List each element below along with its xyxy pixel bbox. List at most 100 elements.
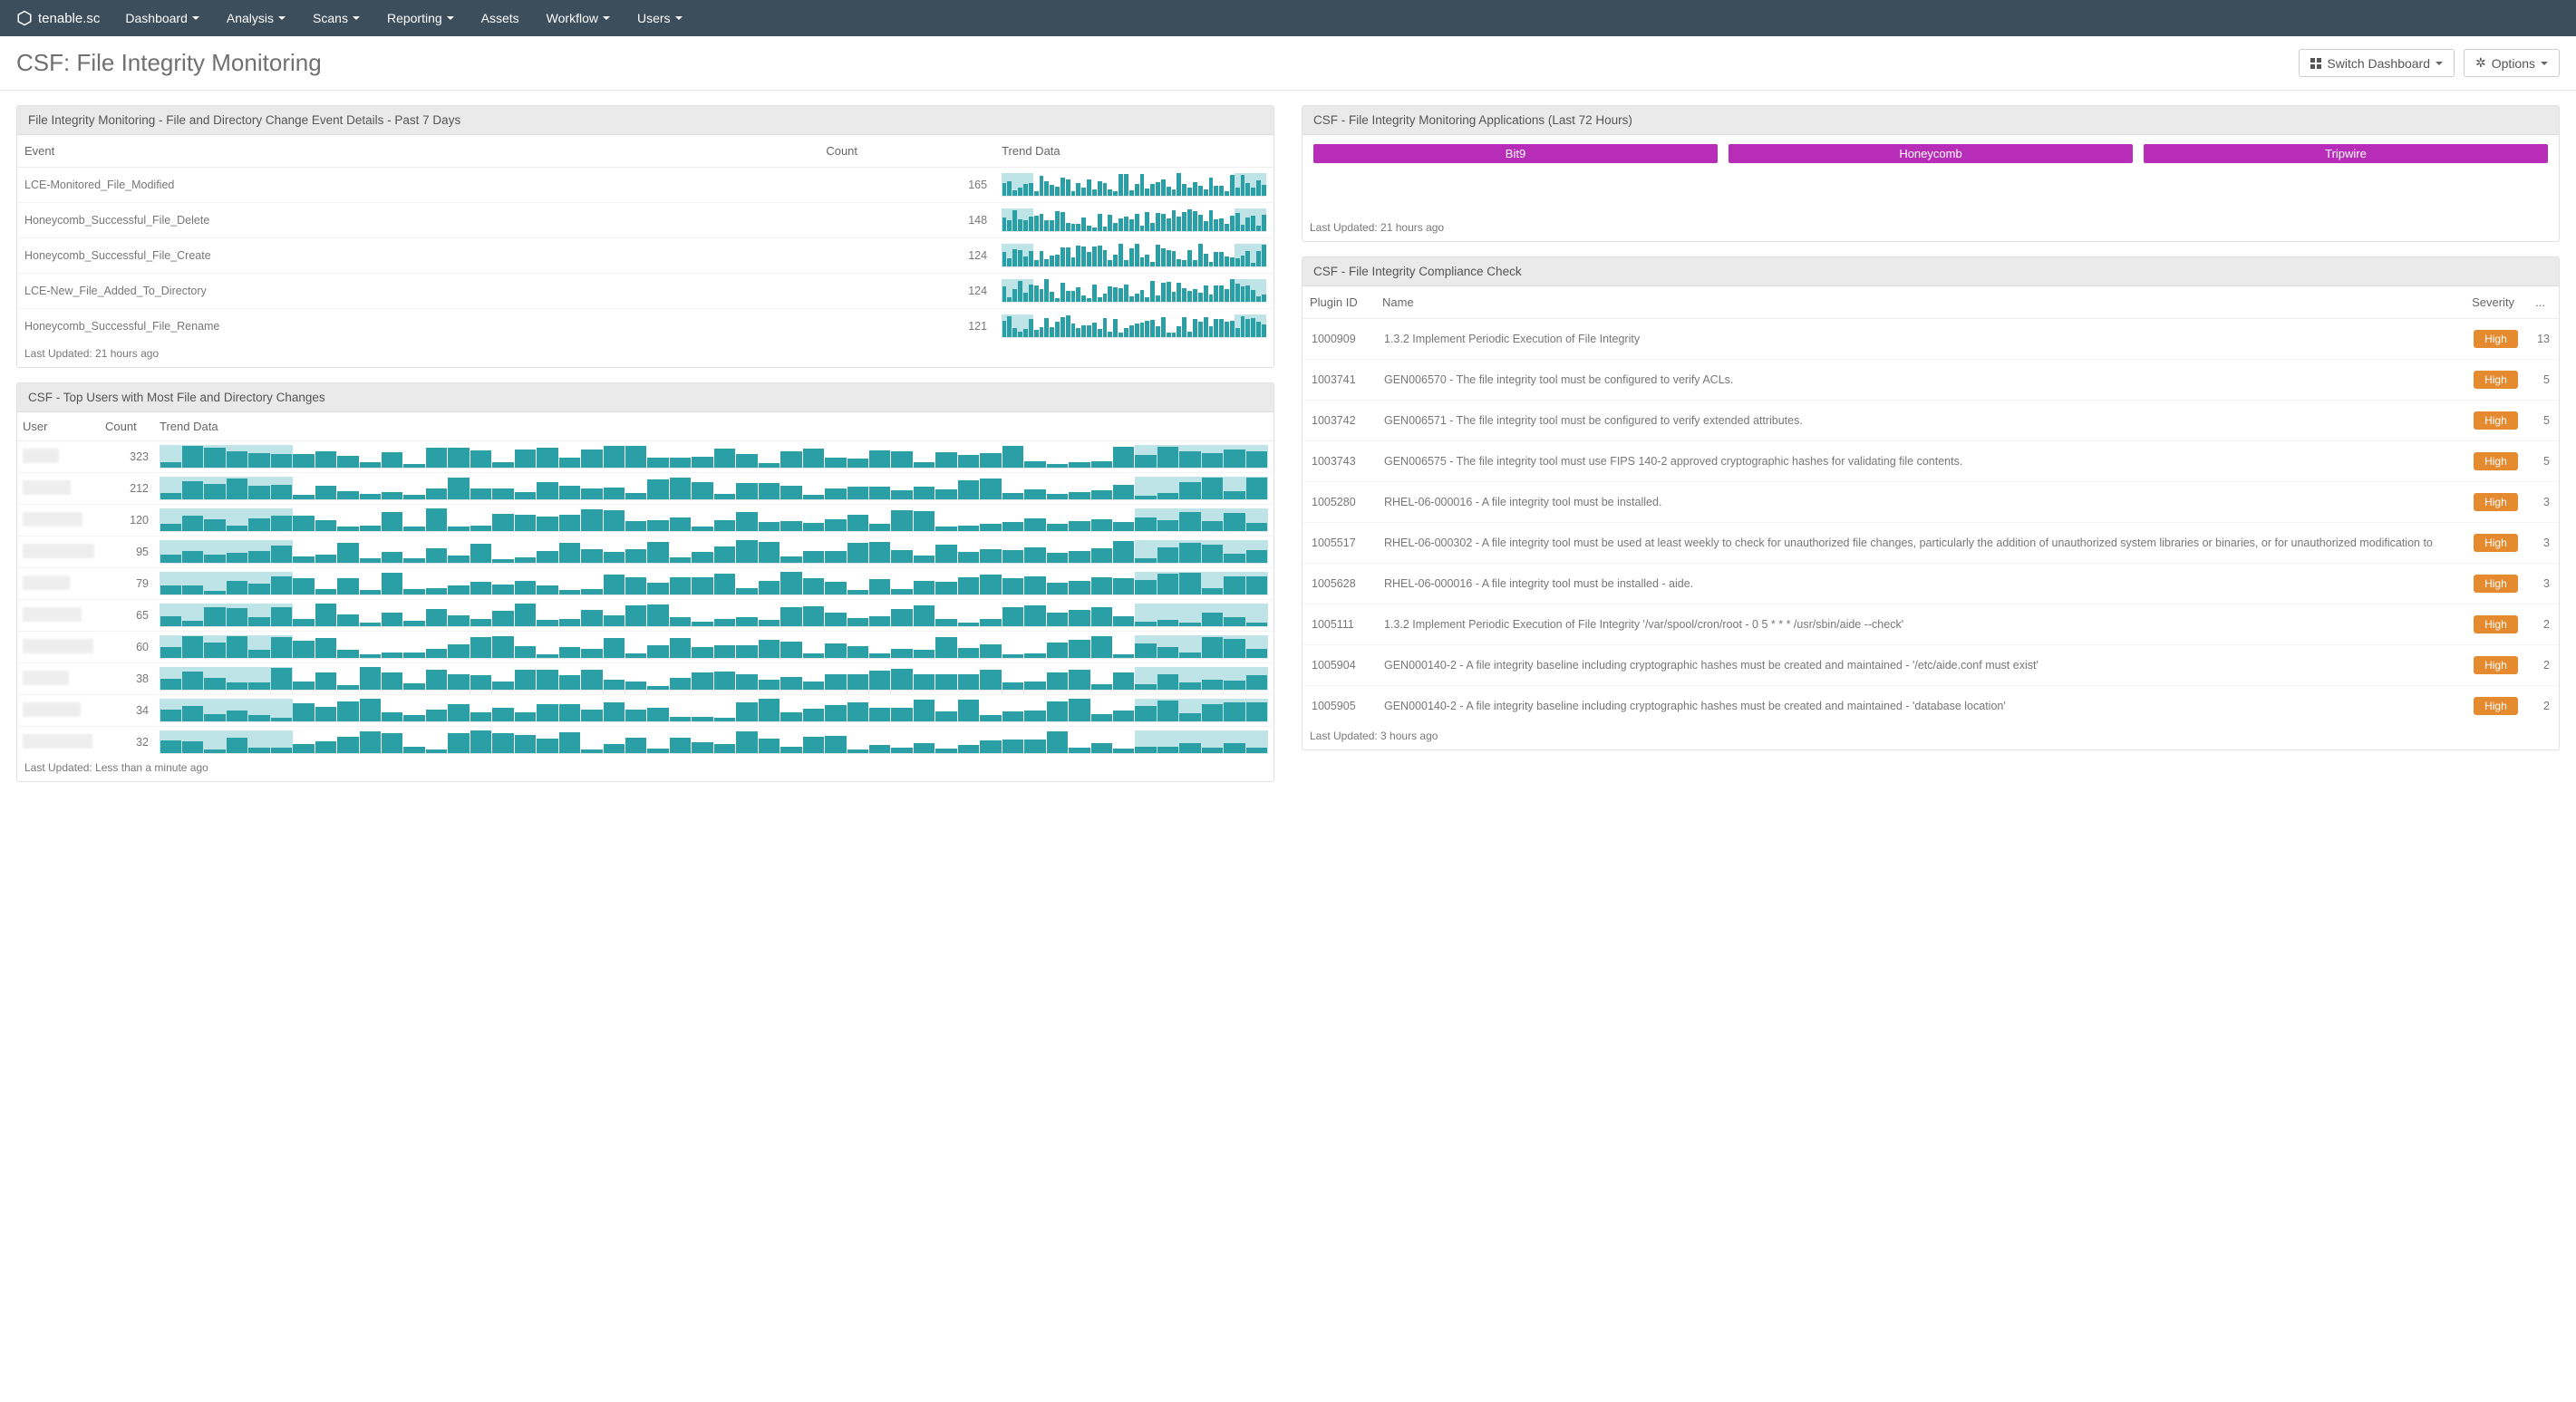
- spark-bar: [825, 519, 846, 531]
- spark-bar: [337, 456, 358, 468]
- nav-item-dashboard[interactable]: Dashboard: [125, 11, 199, 25]
- plugin-id: 1000909: [1303, 319, 1375, 360]
- spark-bar: [1066, 223, 1070, 231]
- spark-bar: [1225, 191, 1229, 196]
- app-bar-tripwire[interactable]: Tripwire: [2144, 144, 2548, 163]
- table-row[interactable]: LCE-Monitored_File_Modified165: [17, 168, 1273, 203]
- table-row[interactable]: 1005904GEN000140-2 - A file integrity ba…: [1303, 645, 2559, 686]
- nav-item-reporting[interactable]: Reporting: [387, 11, 454, 25]
- spark-bar: [248, 617, 269, 626]
- app-bar-bit9[interactable]: Bit9: [1313, 144, 1718, 163]
- nav-item-users[interactable]: Users: [637, 11, 683, 25]
- spark-bar: [426, 448, 447, 468]
- table-row[interactable]: 34: [17, 695, 1273, 727]
- table-row[interactable]: 212: [17, 473, 1273, 505]
- nav-item-scans[interactable]: Scans: [313, 11, 360, 25]
- switch-dashboard-button[interactable]: Switch Dashboard: [2299, 49, 2455, 77]
- table-row[interactable]: 10051111.3.2 Implement Periodic Executio…: [1303, 604, 2559, 645]
- spark-bar: [1157, 520, 1178, 531]
- spark-bar: [1103, 227, 1108, 231]
- spark-bar: [891, 669, 912, 690]
- table-row[interactable]: 32: [17, 727, 1273, 759]
- user-count: 120: [100, 505, 154, 537]
- spark-bar: [1113, 319, 1118, 337]
- table-row[interactable]: 60: [17, 632, 1273, 663]
- spark-bar: [581, 488, 602, 499]
- nav-label: Workflow: [547, 11, 598, 25]
- spark-bar: [403, 621, 424, 626]
- table-row[interactable]: Honeycomb_Successful_File_Delete148: [17, 203, 1273, 238]
- table-row[interactable]: 1003743GEN006575 - The file integrity to…: [1303, 441, 2559, 482]
- spark-bar: [670, 678, 691, 690]
- severity-count: 5: [2528, 441, 2559, 482]
- spark-bar: [1119, 244, 1123, 266]
- table-row[interactable]: 323: [17, 441, 1273, 473]
- apps-panel: CSF - File Integrity Monitoring Applicat…: [1302, 105, 2560, 242]
- nav-label: Users: [637, 11, 671, 25]
- table-row[interactable]: 10009091.3.2 Implement Periodic Executio…: [1303, 319, 2559, 360]
- user-count: 34: [100, 695, 154, 727]
- spark-bar: [248, 650, 269, 658]
- table-row[interactable]: 1005628RHEL-06-000016 - A file integrity…: [1303, 564, 2559, 604]
- spark-bar: [1002, 578, 1023, 595]
- spark-bar: [1069, 640, 1089, 658]
- spark-bar: [935, 452, 956, 468]
- spark-bar: [248, 715, 269, 721]
- spark-bar: [515, 670, 536, 690]
- table-row[interactable]: 1003741GEN006570 - The file integrity to…: [1303, 360, 2559, 401]
- table-row[interactable]: 1003742GEN006571 - The file integrity to…: [1303, 401, 2559, 441]
- spark-bar: [360, 667, 381, 690]
- severity-cell: High: [2465, 360, 2528, 401]
- severity-cell: High: [2465, 523, 2528, 564]
- sparkline: [160, 508, 1268, 532]
- app-bar-honeycomb[interactable]: Honeycomb: [1729, 144, 2133, 163]
- spark-bar: [1092, 247, 1097, 266]
- nav-item-workflow[interactable]: Workflow: [547, 11, 610, 25]
- table-row[interactable]: Honeycomb_Successful_File_Rename121: [17, 309, 1273, 344]
- spark-bar: [515, 450, 536, 468]
- spark-bar: [869, 708, 890, 721]
- compliance-name: GEN000140-2 - A file integrity baseline …: [1375, 645, 2465, 686]
- nav-label: Reporting: [387, 11, 442, 25]
- table-row[interactable]: 1005280RHEL-06-000016 - A file integrity…: [1303, 482, 2559, 523]
- nav-item-assets[interactable]: Assets: [481, 11, 519, 25]
- spark-bar: [293, 454, 314, 468]
- spark-bar: [1246, 478, 1267, 499]
- spark-bar: [1179, 451, 1200, 468]
- spark-bar: [891, 589, 912, 595]
- spark-bar: [470, 488, 491, 499]
- spark-bar: [1129, 219, 1134, 231]
- table-row[interactable]: 95: [17, 537, 1273, 568]
- spark-bar: [1182, 184, 1186, 196]
- table-row[interactable]: 65: [17, 600, 1273, 632]
- brand-logo[interactable]: tenable.sc: [16, 10, 100, 26]
- table-row[interactable]: 79: [17, 568, 1273, 600]
- options-button[interactable]: ✲ Options: [2464, 49, 2560, 77]
- severity-cell: High: [2465, 401, 2528, 441]
- table-row[interactable]: 120: [17, 505, 1273, 537]
- spark-bar: [625, 521, 646, 531]
- spark-bar: [759, 581, 780, 595]
- spark-bar: [692, 482, 712, 499]
- spark-bar: [1135, 622, 1156, 626]
- nav-item-analysis[interactable]: Analysis: [227, 11, 286, 25]
- spark-bar: [736, 645, 757, 658]
- spark-bar: [1209, 210, 1214, 231]
- spark-bar: [1060, 283, 1065, 302]
- table-row[interactable]: 1005517RHEL-06-000302 - A file integrity…: [1303, 523, 2559, 564]
- table-row[interactable]: Honeycomb_Successful_File_Create124: [17, 238, 1273, 274]
- spark-bar: [1040, 176, 1044, 196]
- severity-badge: High: [2474, 615, 2518, 633]
- table-row[interactable]: 38: [17, 663, 1273, 695]
- spark-bar: [780, 521, 801, 531]
- spark-bar: [1076, 328, 1080, 337]
- spark-bar: [382, 552, 402, 563]
- spark-bar: [1167, 333, 1171, 337]
- spark-bar: [1007, 316, 1012, 337]
- spark-bar: [160, 493, 181, 499]
- spark-bar: [692, 717, 712, 721]
- spark-bar: [1157, 447, 1178, 468]
- table-row[interactable]: 1005905GEN000140-2 - A file integrity ba…: [1303, 686, 2559, 727]
- table-row[interactable]: LCE-New_File_Added_To_Directory124: [17, 274, 1273, 309]
- spark-bar: [935, 489, 956, 499]
